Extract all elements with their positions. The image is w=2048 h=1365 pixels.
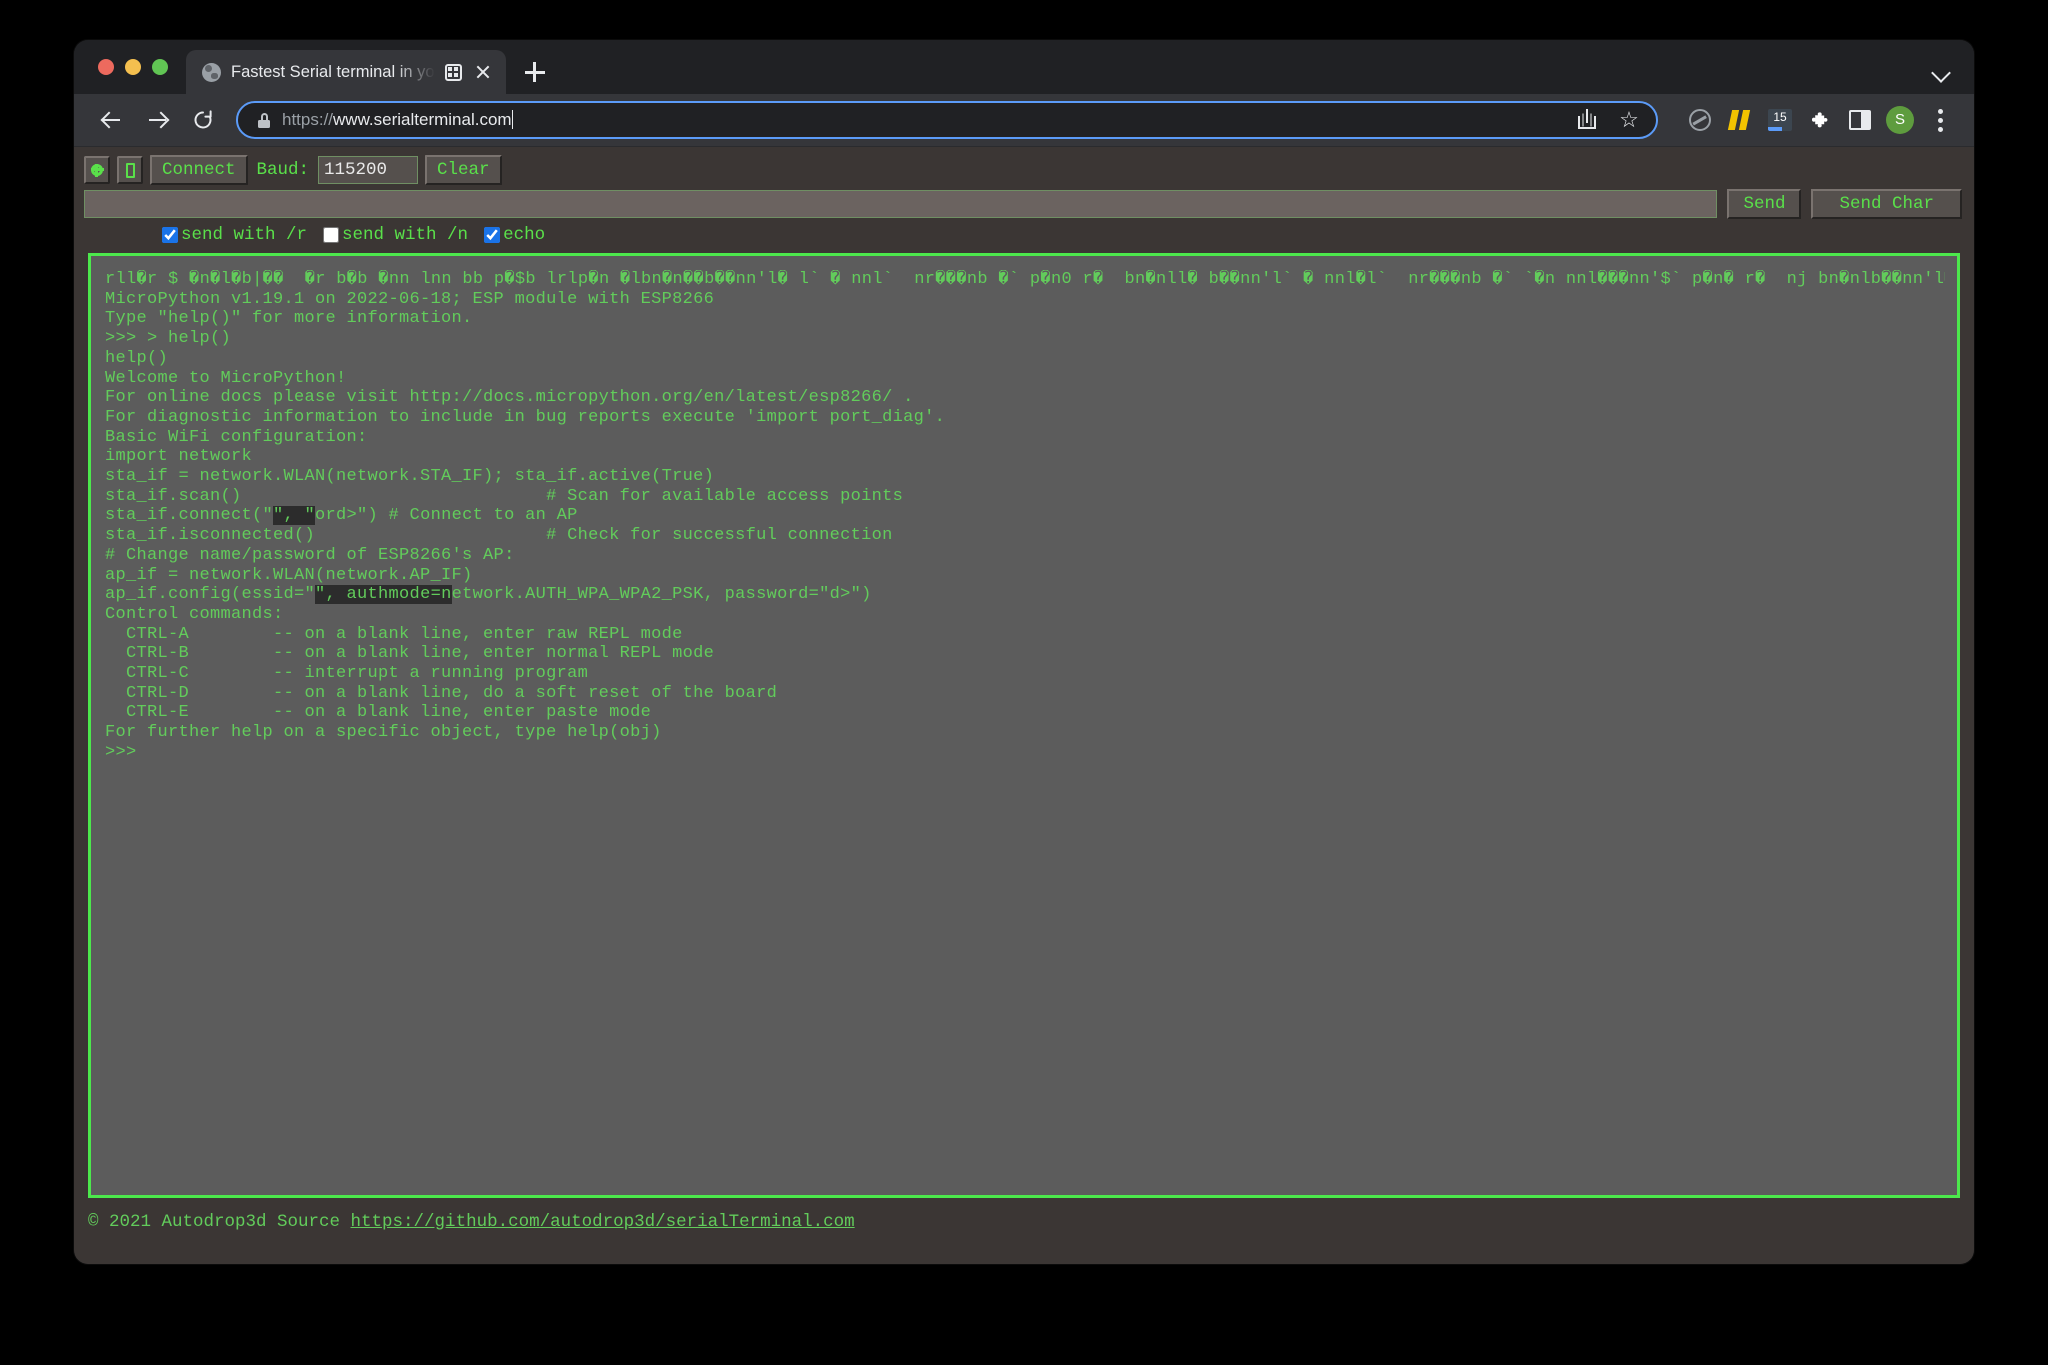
send-with-r-checkbox[interactable] [162, 227, 178, 243]
terminal-line: Basic WiFi configuration: [105, 427, 368, 447]
text-caret [511, 110, 514, 129]
address-bar-text: https://www.serialterminal.com [282, 110, 1560, 130]
terminal-line: CTRL-B -- on a blank line, enter normal … [105, 644, 715, 664]
terminal-line: import network [105, 447, 253, 467]
terminal-line-connect: sta_if.connect("", "ord>") # Connect to … [105, 506, 1957, 526]
profile-avatar-label: S [1886, 106, 1914, 134]
connect-line-prefix: sta_if.connect(" [105, 506, 274, 526]
chevron-down-icon[interactable] [1922, 50, 1962, 94]
board-icon[interactable] [117, 156, 143, 184]
terminal-line: >>> [105, 742, 137, 762]
gear-icon[interactable] [84, 156, 110, 184]
profile-avatar[interactable]: S [1882, 102, 1918, 138]
window-minimize-button[interactable] [125, 59, 141, 75]
send-char-button[interactable]: Send Char [1811, 189, 1962, 219]
tab-strip-spacer [554, 50, 1922, 94]
media-control-icon[interactable] [444, 63, 462, 81]
back-arrow-icon[interactable] [90, 99, 132, 141]
baud-label: Baud: [256, 160, 310, 180]
address-bar[interactable]: https://www.serialterminal.com ☆ [236, 101, 1658, 139]
send-input[interactable] [84, 190, 1718, 218]
config-line-prefix: ap_if.config(essid=" [105, 585, 316, 605]
terminal-line: MicroPython v1.19.1 on 2022-06-18; ESP m… [105, 289, 715, 309]
send-with-n-checkbox[interactable] [323, 227, 340, 243]
counter-icon[interactable]: 15 [1762, 102, 1798, 138]
bars-icon[interactable] [1722, 102, 1758, 138]
side-panel-icon[interactable] [1842, 102, 1878, 138]
window-close-button[interactable] [98, 59, 114, 75]
echo-checkbox[interactable] [484, 227, 501, 243]
source-link[interactable]: https://github.com/autodrop3d/serialTerm… [351, 1212, 855, 1232]
page-footer: © 2021 Autodrop3d Source https://github.… [74, 1198, 1974, 1232]
tab-strip: Fastest Serial terminal in yo [74, 40, 1974, 94]
close-icon[interactable] [472, 61, 494, 83]
config-line-suffix: etwork.AUTH_WPA_WPA2_PSK, password="d>") [451, 585, 872, 605]
option-send-with-n: send with /n [323, 225, 468, 245]
copyright-text: © 2021 Autodrop3d Source [88, 1212, 351, 1232]
browser-window: Fastest Serial terminal in yo https://ww… [74, 40, 1974, 1264]
terminal-line: help() [105, 348, 169, 368]
circle-slash-icon[interactable] [1682, 102, 1718, 138]
kebab-menu-icon[interactable] [1922, 102, 1958, 138]
connect-line-highlight: ", " [273, 506, 316, 526]
terminal-line: For online docs please visit http://docs… [105, 388, 914, 408]
share-icon[interactable] [1572, 105, 1602, 135]
send-with-r-label[interactable]: send with /r [181, 225, 307, 245]
send-options: send with /r send with /n echo [74, 219, 1974, 245]
connect-line-suffix: ord>") # Connect to an AP [315, 506, 578, 526]
browser-toolbar: https://www.serialterminal.com ☆ 15 S [74, 94, 1974, 147]
lock-icon [258, 112, 270, 128]
terminal-line: >>> > help() [105, 329, 232, 349]
tab-title: Fastest Serial terminal in yo [231, 63, 435, 81]
terminal-line: Control commands: [105, 604, 284, 624]
terminal-line: CTRL-D -- on a blank line, do a soft res… [105, 683, 778, 703]
bookmark-star-icon[interactable]: ☆ [1614, 105, 1644, 135]
connect-button[interactable]: Connect [150, 155, 248, 185]
window-traffic-lights [88, 40, 186, 94]
baud-input[interactable] [318, 156, 419, 184]
terminal-line: sta_if.isconnected() # Check for success… [105, 526, 893, 546]
terminal-line-config: ap_if.config(essid="", authmode=network.… [105, 585, 1957, 605]
config-line-highlight: ", authmode=n [315, 585, 452, 605]
send-with-n-label[interactable]: send with /n [342, 225, 468, 245]
send-button[interactable]: Send [1727, 189, 1802, 219]
clear-button[interactable]: Clear [425, 155, 502, 185]
option-send-with-r: send with /r [162, 225, 307, 245]
url-host: www.serialterminal.com [333, 110, 512, 129]
counter-icon-label: 15 [1768, 109, 1792, 131]
terminal-line: CTRL-A -- on a blank line, enter raw REP… [105, 624, 683, 644]
window-zoom-button[interactable] [152, 59, 168, 75]
terminal-line: For diagnostic information to include in… [105, 407, 946, 427]
reload-icon[interactable] [182, 99, 224, 141]
browser-tab[interactable]: Fastest Serial terminal in yo [186, 50, 506, 94]
send-row: Send Send Char [74, 185, 1974, 219]
extension-icons: 15 S [1672, 102, 1958, 138]
terminal-line: For further help on a specific object, t… [105, 723, 662, 743]
echo-label[interactable]: echo [503, 225, 545, 245]
globe-icon [202, 62, 221, 82]
terminal-line: rll�r $ �n�l�b|�� �r b�b �nn lnn bb p�$b… [105, 270, 1945, 289]
terminal-line: Type "help()" for more information. [105, 309, 473, 329]
forward-arrow-icon[interactable] [136, 99, 178, 141]
terminal-line: CTRL-E -- on a blank line, enter paste m… [105, 703, 652, 723]
terminal-output[interactable]: rll�r $ �n�l�b|�� �r b�b �nn lnn bb p�$b… [88, 253, 1960, 1198]
url-scheme: https:// [282, 110, 334, 129]
terminal-line: sta_if = network.WLAN(network.STA_IF); s… [105, 467, 715, 487]
puzzle-icon[interactable] [1802, 102, 1838, 138]
terminal-line: sta_if.scan() # Scan for available acces… [105, 486, 904, 506]
new-tab-button[interactable] [516, 53, 554, 91]
terminal-line: Welcome to MicroPython! [105, 368, 347, 388]
terminal-line: # Change name/password of ESP8266's AP: [105, 545, 515, 565]
serial-terminal-page: Connect Baud: Clear Send Send Char send … [74, 147, 1974, 1264]
serial-control-bar: Connect Baud: Clear [74, 147, 1974, 185]
terminal-line: CTRL-C -- interrupt a running program [105, 664, 589, 684]
terminal-line: ap_if = network.WLAN(network.AP_IF) [105, 565, 473, 585]
option-echo: echo [484, 225, 545, 245]
